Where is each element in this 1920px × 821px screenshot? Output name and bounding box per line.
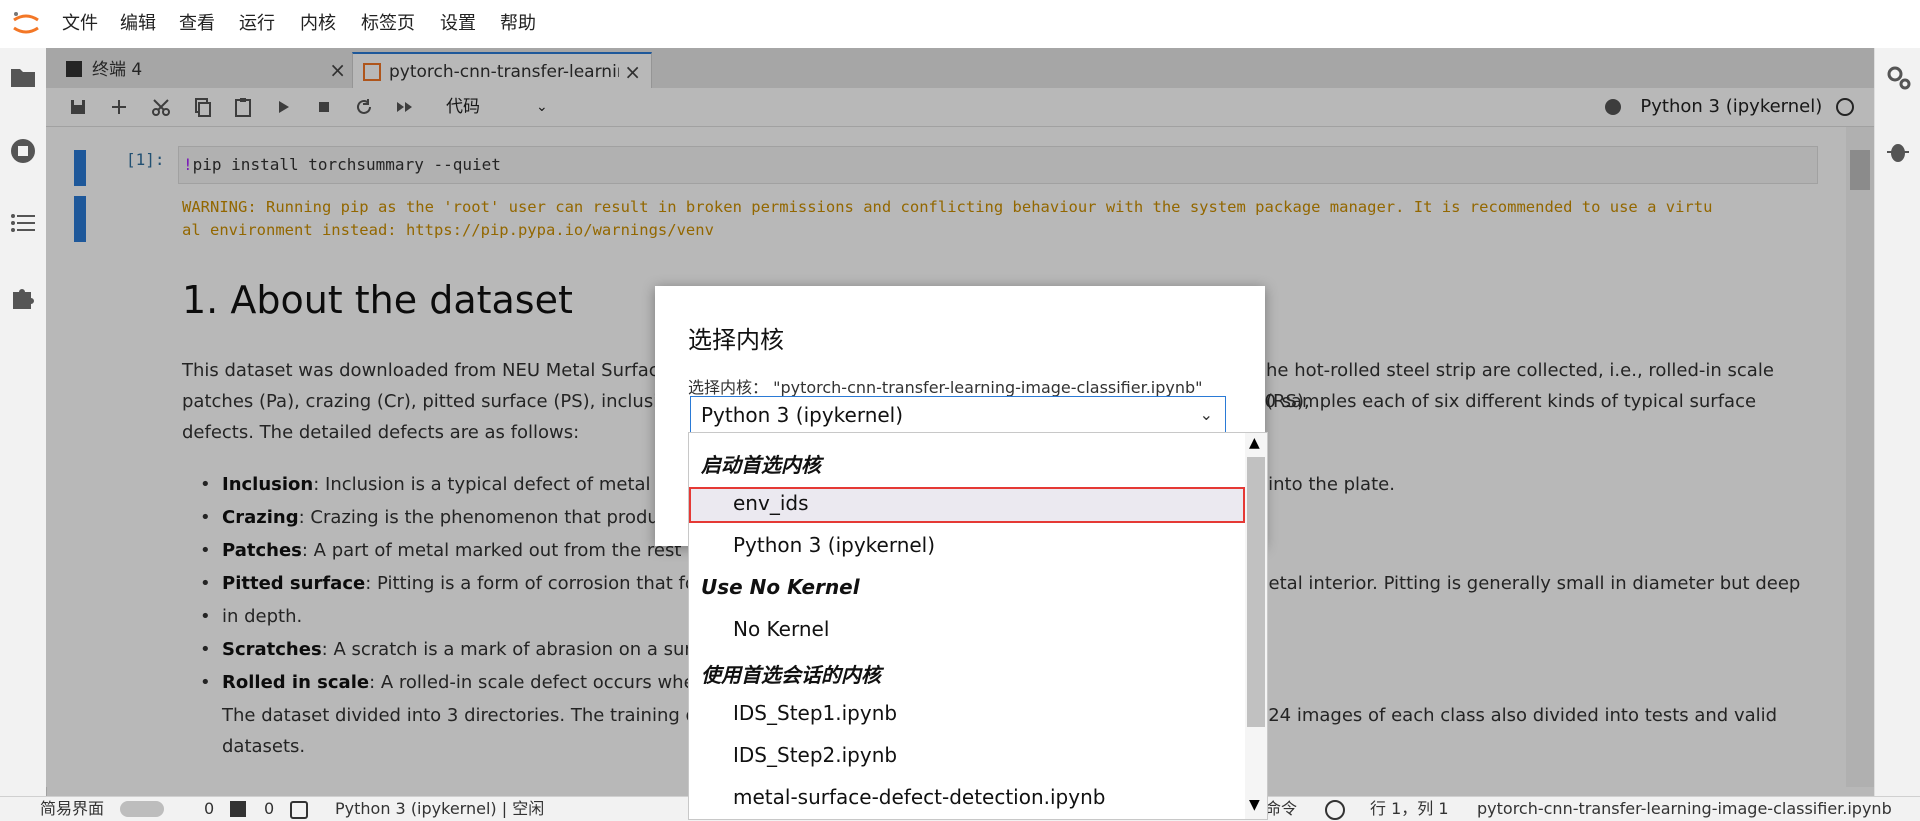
option-group-session-kernel: 使用首选会话的内核 bbox=[701, 663, 881, 687]
right-sidebar bbox=[1874, 48, 1920, 796]
table-of-contents-icon[interactable] bbox=[8, 208, 38, 238]
menu-help[interactable]: 帮助 bbox=[496, 0, 540, 48]
option-group-no-kernel: Use No Kernel bbox=[701, 575, 860, 599]
terminal-count: 0 bbox=[204, 799, 215, 818]
simple-mode-toggle[interactable] bbox=[120, 801, 164, 817]
chevron-down-icon: ⌄ bbox=[1199, 405, 1213, 424]
kernel-select[interactable]: Python 3 (ipykernel) ⌄ bbox=[690, 396, 1226, 432]
menu-view[interactable]: 查看 bbox=[175, 0, 219, 48]
jupyter-logo-icon bbox=[10, 8, 42, 40]
menu-tabs[interactable]: 标签页 bbox=[357, 0, 419, 48]
menu-run[interactable]: 运行 bbox=[235, 0, 279, 48]
option-ids-step1[interactable]: IDS_Step1.ipynb bbox=[733, 701, 897, 725]
menu-settings[interactable]: 设置 bbox=[436, 0, 480, 48]
kernel-dropdown-list: 启动首选内核 env_ids Python 3 (ipykernel) Use … bbox=[688, 432, 1268, 820]
property-inspector-gear-icon[interactable] bbox=[1883, 62, 1913, 92]
option-metal-surface[interactable]: metal-surface-defect-detection.ipynb bbox=[733, 785, 1105, 809]
scroll-up-icon[interactable]: ▲ bbox=[1249, 435, 1260, 451]
scroll-down-icon[interactable]: ▼ bbox=[1249, 797, 1260, 813]
trusted-shield-icon bbox=[1325, 800, 1345, 820]
folder-icon[interactable] bbox=[8, 62, 38, 92]
menu-file[interactable]: 文件 bbox=[58, 0, 102, 48]
kernel-select-value: Python 3 (ipykernel) bbox=[701, 403, 904, 427]
dialog-label: 选择内核： "pytorch-cnn-transfer-learning-ima… bbox=[688, 378, 1203, 397]
option-ids-step2[interactable]: IDS_Step2.ipynb bbox=[733, 743, 897, 767]
option-env-ids[interactable]: env_ids bbox=[733, 491, 809, 515]
dropdown-scroll-thumb[interactable] bbox=[1247, 457, 1265, 727]
menu-bar: 文件 编辑 查看 运行 内核 标签页 设置 帮助 bbox=[0, 0, 1920, 49]
menu-kernel[interactable]: 内核 bbox=[296, 0, 340, 48]
running-kernels-icon[interactable] bbox=[8, 136, 38, 166]
kernel-icon bbox=[290, 801, 308, 819]
kernel-count: 0 bbox=[264, 799, 275, 818]
option-no-kernel[interactable]: No Kernel bbox=[733, 617, 829, 641]
file-name: pytorch-cnn-transfer-learning-image-clas… bbox=[1477, 799, 1892, 818]
option-group-start-kernel: 启动首选内核 bbox=[701, 453, 821, 477]
kernel-status-text[interactable]: Python 3 (ipykernel) | 空闲 bbox=[335, 797, 544, 821]
simple-mode-label: 简易界面 bbox=[40, 799, 105, 818]
option-python3[interactable]: Python 3 (ipykernel) bbox=[733, 533, 935, 557]
extension-puzzle-icon[interactable] bbox=[8, 282, 38, 312]
debugger-bug-icon[interactable] bbox=[1883, 136, 1913, 166]
mode-text: 命令 bbox=[1265, 799, 1298, 818]
menu-edit[interactable]: 编辑 bbox=[116, 0, 160, 48]
cursor-position[interactable]: 行 1，列 1 bbox=[1370, 797, 1449, 821]
left-sidebar bbox=[0, 48, 47, 796]
dialog-title: 选择内核 bbox=[688, 326, 784, 354]
terminal-icon bbox=[230, 801, 246, 817]
